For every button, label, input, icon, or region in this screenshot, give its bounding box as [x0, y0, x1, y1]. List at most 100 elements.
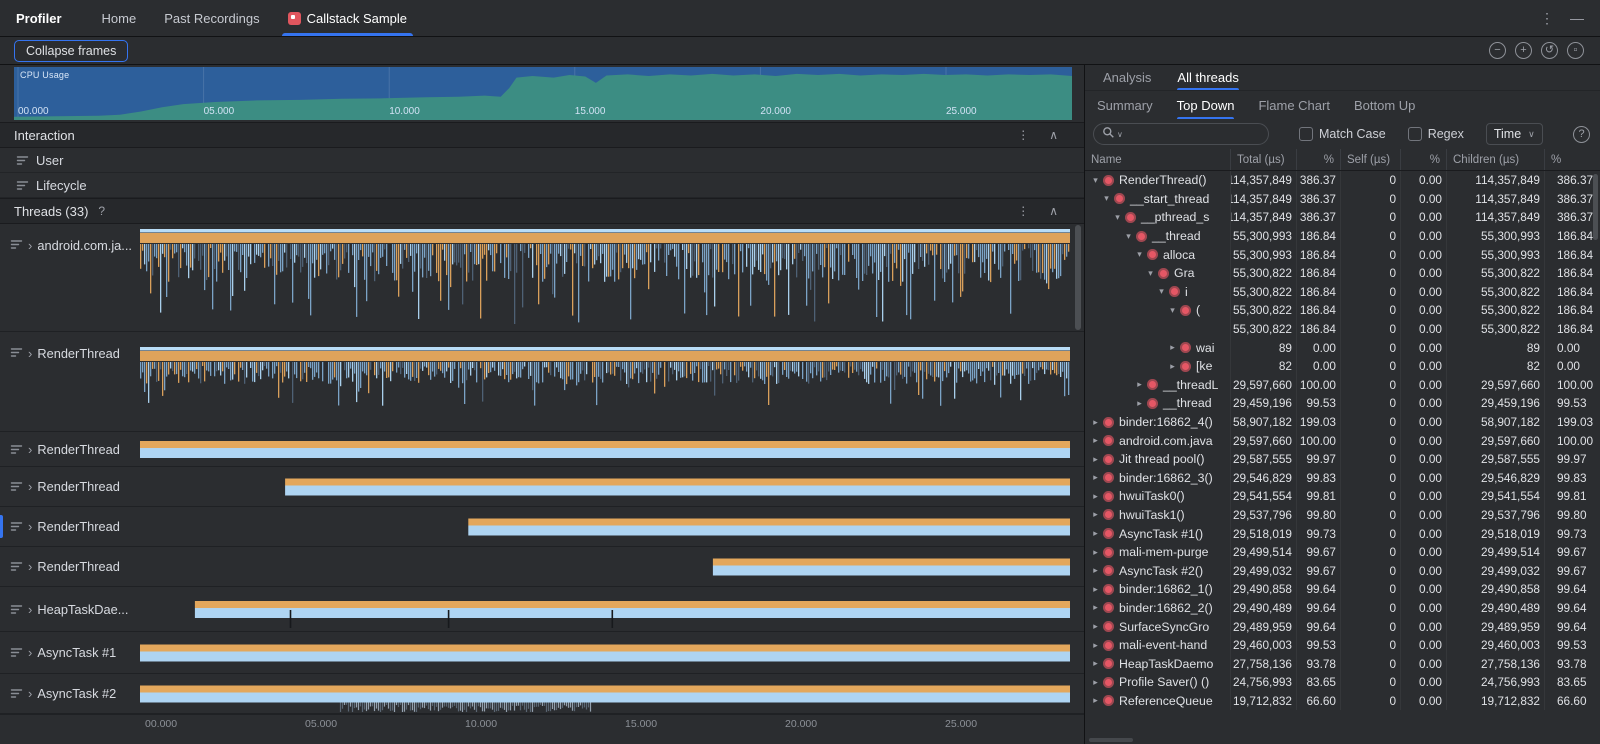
interaction-row-lifecycle[interactable]: Lifecycle	[0, 173, 1084, 198]
topdown-row[interactable]: ▾Gra55,300,822186.8400.0055,300,822186.8…	[1085, 264, 1600, 283]
column-header-0[interactable]: Name	[1085, 149, 1231, 170]
topdown-row[interactable]: ▸SurfaceSyncGro29,489,95999.6400.0029,48…	[1085, 617, 1600, 636]
thread-track[interactable]	[140, 508, 1070, 545]
tree-expand-icon[interactable]: ▸	[1089, 584, 1102, 595]
zoom-out-icon[interactable]: −	[1489, 42, 1506, 59]
topdown-row[interactable]: ▸__thread29,459,19699.5300.0029,459,1969…	[1085, 394, 1600, 413]
collapse-frames-button[interactable]: Collapse frames	[14, 40, 128, 62]
topdown-row[interactable]: ▾__pthread_s114,357,849386.3700.00114,35…	[1085, 208, 1600, 227]
method-name-cell[interactable]: ▾i	[1085, 283, 1231, 302]
topdown-row[interactable]: ▸wai890.0000.00890.00	[1085, 338, 1600, 357]
tree-expand-icon[interactable]: ▸	[1133, 379, 1146, 390]
expand-chevron-icon[interactable]: ›	[28, 442, 32, 457]
threads-collapse-icon[interactable]: ∧	[1049, 204, 1058, 218]
expand-chevron-icon[interactable]: ›	[28, 602, 32, 617]
thread-track[interactable]	[140, 633, 1070, 672]
threads-help-icon[interactable]: ?	[98, 204, 105, 218]
thread-row-4[interactable]: ›RenderThread	[0, 507, 1084, 547]
expand-chevron-icon[interactable]: ›	[28, 479, 32, 494]
topdown-row[interactable]: ▸hwuiTask0()29,541,55499.8100.0029,541,5…	[1085, 487, 1600, 506]
tree-expand-icon[interactable]: ▸	[1089, 602, 1102, 613]
subtab-summary[interactable]: Summary	[1097, 91, 1153, 119]
interaction-collapse-icon[interactable]: ∧	[1049, 128, 1058, 142]
topdown-row[interactable]: ▾__start_thread114,357,849386.3700.00114…	[1085, 190, 1600, 209]
topdown-row[interactable]: ▸binder:16862_2()29,490,48999.6400.0029,…	[1085, 599, 1600, 618]
expand-chevron-icon[interactable]: ›	[28, 346, 32, 361]
tab-callstack-sample[interactable]: Callstack Sample	[274, 0, 421, 36]
method-name-cell[interactable]: ▸hwuiTask1()	[1085, 506, 1231, 525]
interaction-section-header[interactable]: Interaction ⋮ ∧	[0, 122, 1084, 148]
topdown-row[interactable]: ▾(55,300,822186.8400.0055,300,822186.84	[1085, 301, 1600, 320]
tab-all-threads[interactable]: All threads	[1177, 65, 1238, 90]
method-name-cell[interactable]: ▸mali-mem-purge	[1085, 543, 1231, 562]
thread-track[interactable]	[140, 675, 1070, 712]
method-name-cell[interactable]: ▸mali-event-hand	[1085, 636, 1231, 655]
subtab-bottom-up[interactable]: Bottom Up	[1354, 91, 1415, 119]
method-name-cell[interactable]: ▸binder:16862_1()	[1085, 580, 1231, 599]
time-filter-dropdown[interactable]: Time ∨	[1486, 123, 1543, 145]
tab-past-recordings[interactable]: Past Recordings	[150, 0, 273, 36]
method-name-cell[interactable]: ▸HeapTaskDaemo	[1085, 654, 1231, 673]
tree-expand-icon[interactable]: ▸	[1089, 547, 1102, 558]
tree-expand-icon[interactable]: ▸	[1089, 454, 1102, 465]
thread-track[interactable]	[140, 225, 1070, 330]
method-name-cell[interactable]: ▸Jit thread pool()	[1085, 450, 1231, 469]
topdown-row[interactable]: ▸Profile Saver() ()24,756,99383.6500.002…	[1085, 673, 1600, 692]
method-name-cell[interactable]: ▸SurfaceSyncGro	[1085, 617, 1231, 636]
zoom-in-icon[interactable]: +	[1515, 42, 1532, 59]
thread-track[interactable]	[140, 468, 1070, 505]
tree-collapse-icon[interactable]: ▾	[1166, 305, 1179, 316]
tree-expand-icon[interactable]: ▸	[1089, 472, 1102, 483]
method-name-cell[interactable]: ▾(	[1085, 301, 1231, 320]
method-name-cell[interactable]: ▸android.com.java	[1085, 431, 1231, 450]
topdown-row[interactable]: ▸binder:16862_4()58,907,182199.0300.0058…	[1085, 413, 1600, 432]
topdown-row[interactable]: ▸binder:16862_1()29,490,85899.6400.0029,…	[1085, 580, 1600, 599]
regex-box[interactable]	[1408, 127, 1422, 141]
tab-home[interactable]: Home	[88, 0, 151, 36]
topdown-row[interactable]: 55,300,822186.8400.0055,300,822186.84	[1085, 320, 1600, 339]
thread-track[interactable]	[140, 588, 1070, 630]
tree-expand-icon[interactable]: ▸	[1089, 621, 1102, 632]
method-name-cell[interactable]: ▸hwuiTask0()	[1085, 487, 1231, 506]
method-name-cell[interactable]: ▾alloca	[1085, 245, 1231, 264]
tree-expand-icon[interactable]: ▸	[1089, 528, 1102, 539]
topdown-row[interactable]: ▸HeapTaskDaemo27,758,13693.7800.0027,758…	[1085, 654, 1600, 673]
topdown-row[interactable]: ▸AsyncTask #1()29,518,01999.7300.0029,51…	[1085, 524, 1600, 543]
threads-section-header[interactable]: Threads (33) ? ⋮ ∧	[0, 198, 1084, 224]
search-box[interactable]: ∨	[1093, 123, 1269, 145]
minimize-icon[interactable]: —	[1570, 10, 1584, 27]
topdown-row[interactable]: ▸__threadL29,597,660100.0000.0029,597,66…	[1085, 376, 1600, 395]
tree-expand-icon[interactable]: ▸	[1089, 677, 1102, 688]
cpu-usage-chart[interactable]: CPU Usage 00.00005.00010.00015.00020.000…	[0, 65, 1084, 122]
topdown-row[interactable]: ▸mali-mem-purge29,499,51499.6700.0029,49…	[1085, 543, 1600, 562]
tree-expand-icon[interactable]: ▸	[1166, 342, 1179, 353]
topdown-row[interactable]: ▾alloca55,300,993186.8400.0055,300,99318…	[1085, 245, 1600, 264]
expand-chevron-icon[interactable]: ›	[28, 238, 32, 253]
topdown-row[interactable]: ▸[ke820.0000.00820.00	[1085, 357, 1600, 376]
interaction-more-icon[interactable]: ⋮	[1017, 128, 1029, 142]
thread-track[interactable]	[140, 433, 1070, 465]
threads-scrollbar[interactable]	[1075, 225, 1081, 330]
help-icon[interactable]: ?	[1573, 126, 1590, 143]
tab-analysis[interactable]: Analysis	[1103, 65, 1151, 90]
column-header-6[interactable]: %	[1545, 149, 1600, 170]
method-name-cell[interactable]: ▾RenderThread()	[1085, 171, 1231, 190]
method-name-cell[interactable]	[1085, 320, 1231, 339]
more-vertical-icon[interactable]: ⋮	[1540, 10, 1554, 27]
tree-expand-icon[interactable]: ▸	[1089, 640, 1102, 651]
topdown-row[interactable]: ▸AsyncTask #2()29,499,03299.6700.0029,49…	[1085, 561, 1600, 580]
tree-expand-icon[interactable]: ▸	[1089, 491, 1102, 502]
method-name-cell[interactable]: ▸binder:16862_3()	[1085, 469, 1231, 488]
method-name-cell[interactable]: ▾__start_thread	[1085, 190, 1231, 209]
tree-collapse-icon[interactable]: ▾	[1133, 249, 1146, 260]
zoom-to-selection-icon[interactable]: ▫	[1567, 42, 1584, 59]
column-header-1[interactable]: Total (µs)	[1231, 149, 1297, 170]
column-header-3[interactable]: Self (µs)	[1341, 149, 1401, 170]
thread-track[interactable]	[140, 333, 1070, 430]
thread-row-1[interactable]: ›RenderThread	[0, 332, 1084, 432]
expand-chevron-icon[interactable]: ›	[28, 645, 32, 660]
thread-row-5[interactable]: ›RenderThread	[0, 547, 1084, 587]
tree-collapse-icon[interactable]: ▾	[1111, 212, 1124, 223]
method-name-cell[interactable]: ▸AsyncTask #2()	[1085, 561, 1231, 580]
tree-collapse-icon[interactable]: ▾	[1100, 193, 1113, 204]
